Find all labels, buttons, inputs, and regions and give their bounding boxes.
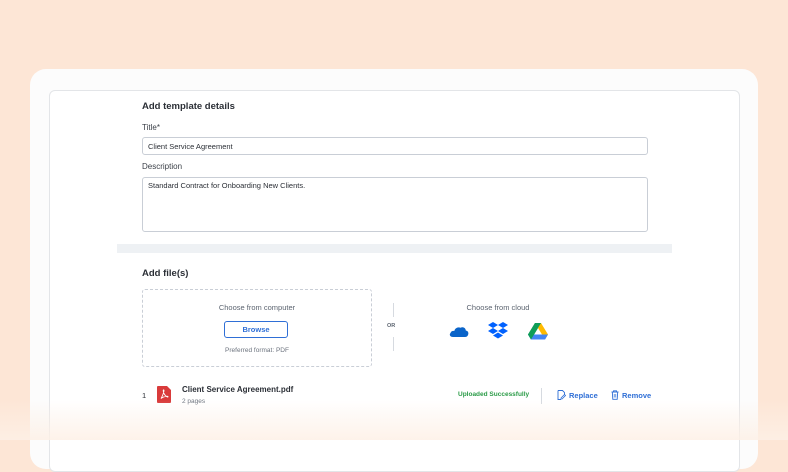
or-divider-bottom [393, 337, 394, 351]
title-input[interactable] [142, 137, 648, 155]
file-index: 1 [142, 391, 147, 400]
google-drive-icon[interactable] [528, 323, 548, 340]
description-textarea[interactable]: Standard Contract for Onboarding New Cli… [142, 177, 648, 232]
remove-button[interactable]: Remove [611, 390, 651, 400]
dropbox-icon[interactable] [488, 322, 508, 340]
trash-icon [611, 390, 619, 400]
replace-label: Replace [569, 390, 598, 400]
upload-status: Uploaded Successfully [458, 391, 530, 398]
section-divider [117, 244, 672, 253]
file-name: Client Service Agreement.pdf [182, 385, 294, 394]
description-label: Description [142, 162, 183, 171]
computer-upload-zone[interactable]: Choose from computer Browse Preferred fo… [142, 289, 372, 367]
remove-label: Remove [622, 390, 652, 400]
preferred-format-hint: Preferred format: PDF [225, 347, 289, 354]
row-divider [541, 388, 542, 404]
title-label: Title* [142, 123, 160, 132]
replace-button[interactable]: Replace [557, 390, 598, 400]
replace-icon [557, 390, 566, 400]
or-label: OR [387, 323, 396, 329]
or-divider-top [393, 303, 394, 317]
pdf-file-icon [157, 386, 171, 403]
browse-button[interactable]: Browse [224, 321, 288, 338]
template-details-title: Add template details [142, 101, 235, 112]
cloud-upload-heading: Choose from cloud [466, 303, 530, 312]
template-card: Add template details Title* Description … [49, 90, 740, 472]
onedrive-icon[interactable] [449, 324, 469, 338]
add-files-title: Add file(s) [142, 268, 189, 279]
computer-upload-heading: Choose from computer [218, 303, 296, 312]
file-pages: 2 pages [182, 398, 206, 405]
